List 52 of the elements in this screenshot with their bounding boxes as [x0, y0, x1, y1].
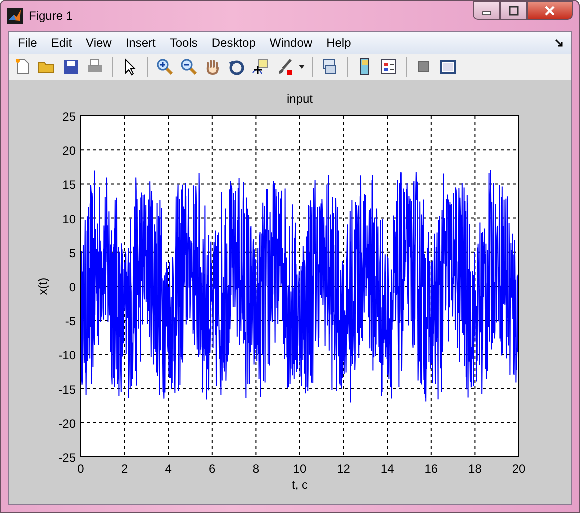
y-axis-label: x(t) — [36, 278, 50, 296]
brush-icon — [276, 58, 294, 76]
x-axis-label: t, c — [292, 478, 308, 492]
minimize-button[interactable] — [473, 1, 500, 20]
y-tick-label: -20 — [58, 416, 76, 431]
caret-button[interactable] — [298, 63, 306, 71]
menu-item[interactable]: Tools — [164, 34, 206, 52]
close-button[interactable] — [527, 1, 573, 20]
dock-arrow-icon[interactable] — [555, 38, 564, 48]
y-tick-label: 5 — [69, 246, 76, 260]
menu-item[interactable]: File — [12, 34, 46, 52]
x-tick-label: 20 — [512, 462, 526, 476]
window-title: Figure 1 — [29, 9, 74, 23]
y-tick-label: 20 — [62, 144, 76, 158]
y-tick-label: 10 — [62, 212, 76, 226]
menu-item[interactable]: Insert — [120, 34, 164, 52]
app-logo-icon — [7, 8, 23, 24]
x-tick-label: 0 — [78, 462, 84, 476]
y-tick-label: -25 — [58, 451, 76, 465]
data-cursor-icon — [252, 58, 270, 76]
y-tick-label: 0 — [69, 280, 76, 294]
x-tick-label: 4 — [165, 462, 172, 476]
maximize-button[interactable] — [500, 1, 527, 20]
menu-item[interactable]: Window — [264, 34, 321, 52]
x-tick-label: 14 — [380, 462, 394, 476]
new-file-icon — [14, 58, 32, 76]
maximize-icon — [508, 6, 518, 16]
y-tick-label: -5 — [65, 314, 76, 329]
legend-icon — [380, 58, 398, 76]
y-tick-label: 15 — [62, 178, 76, 192]
menu-item[interactable]: Edit — [45, 34, 80, 52]
menu-item[interactable]: View — [80, 34, 120, 52]
close-icon — [544, 6, 556, 16]
rotate-icon — [228, 58, 246, 76]
pan-hand-icon — [204, 58, 222, 76]
x-tick-label: 16 — [424, 462, 438, 476]
caret-icon — [299, 65, 305, 69]
y-tick-label: 25 — [62, 110, 76, 124]
x-tick-label: 10 — [293, 462, 307, 476]
x-tick-label: 18 — [468, 462, 482, 476]
y-tick-label: -10 — [58, 348, 76, 363]
menu-item[interactable]: Desktop — [206, 34, 264, 52]
x-tick-label: 8 — [252, 462, 260, 476]
y-tick-label: -15 — [58, 382, 76, 397]
save-icon — [62, 58, 80, 76]
x-tick-label: 2 — [121, 462, 128, 476]
menu-item[interactable]: Help — [320, 34, 360, 52]
zoom-out-icon — [180, 58, 198, 76]
plot-title: input — [286, 92, 314, 106]
x-tick-label: 12 — [337, 462, 350, 476]
x-tick-label: 6 — [209, 462, 216, 476]
zoom-in-icon — [156, 58, 174, 76]
